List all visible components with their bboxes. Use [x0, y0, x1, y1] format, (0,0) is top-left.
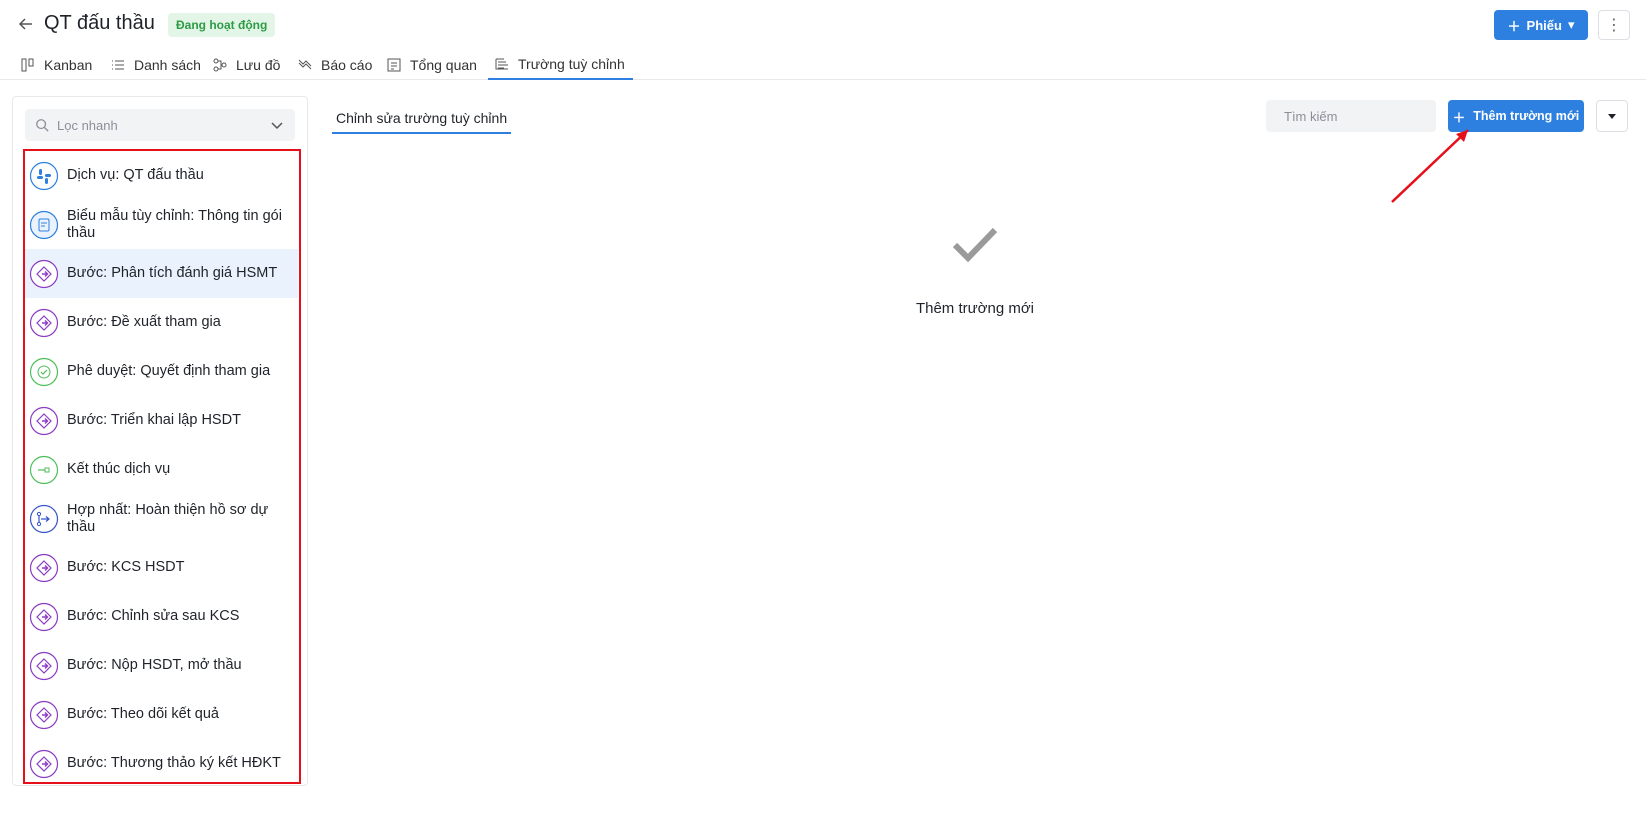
- service-icon: [29, 161, 59, 191]
- sidebar-item-label: Kết thúc dịch vụ: [67, 461, 171, 477]
- sidebar-item[interactable]: Hợp nhất: Hoàn thiện hồ sơ dự thầu: [25, 494, 298, 543]
- annotation-arrow: [1391, 129, 1469, 203]
- sidebar-item-label: Bước: Đề xuất tham gia: [67, 314, 221, 330]
- sidebar-item[interactable]: Bước: Đề xuất tham gia: [25, 298, 298, 347]
- empty-state-text: Thêm trường mới: [915, 300, 1035, 317]
- sidebar-item-label: Bước: Nộp HSDT, mở thầu: [67, 657, 242, 673]
- step-icon: [29, 602, 59, 632]
- form-icon: [29, 210, 59, 240]
- tab-label: Danh sách: [134, 56, 201, 73]
- quick-filter[interactable]: [25, 109, 295, 141]
- tab-custom-fields[interactable]: Trường tuỳ chỉnh: [488, 50, 633, 80]
- tab-overview[interactable]: Tổng quan: [386, 50, 477, 79]
- sidebar-item[interactable]: Bước: Thương thảo ký kết HĐKT: [25, 739, 298, 788]
- overview-icon: [387, 58, 401, 71]
- search-icon: [36, 119, 49, 132]
- sidebar-item-label: Bước: Triển khai lập HSDT: [67, 412, 241, 428]
- more-options-button[interactable]: ⋮: [1598, 10, 1630, 40]
- quick-filter-input[interactable]: [57, 117, 261, 133]
- tab-label: Trường tuỳ chỉnh: [518, 56, 625, 72]
- sidebar-item-label: Bước: Chỉnh sửa sau KCS: [67, 608, 240, 624]
- sidebar-list: Dịch vụ: QT đấu thầu Biểu mẫu tùy chỉnh: …: [25, 151, 298, 788]
- checkmark-icon: [952, 227, 998, 263]
- add-field-label: Thêm trường mới: [1473, 109, 1580, 123]
- tab-kanban[interactable]: Kanban: [20, 50, 92, 79]
- tab-flowchart[interactable]: Lưu đồ: [212, 50, 280, 79]
- custom-fields-icon: [495, 58, 508, 70]
- step-icon: [29, 749, 59, 779]
- sidebar-item-label: Bước: Phân tích đánh giá HSMT: [67, 265, 278, 281]
- back-arrow-icon[interactable]: [16, 14, 36, 34]
- step-icon: [29, 553, 59, 583]
- tab-report[interactable]: Báo cáo: [297, 50, 372, 79]
- tab-list[interactable]: Danh sách: [110, 50, 201, 79]
- new-ticket-button[interactable]: ＋ Phiếu ▾: [1494, 10, 1588, 40]
- approval-icon: [29, 357, 59, 387]
- chart-icon: [298, 59, 312, 69]
- tab-label: Kanban: [44, 56, 93, 73]
- step-icon: [29, 700, 59, 730]
- sidebar-item-label: Bước: Theo dõi kết quả: [67, 706, 219, 722]
- add-options-dropdown-button[interactable]: [1596, 100, 1628, 132]
- sidebar-item-label: Dịch vụ: QT đấu thầu: [67, 167, 204, 183]
- tab-label: Tổng quan: [410, 56, 477, 73]
- new-ticket-label: Phiếu: [1526, 17, 1562, 33]
- step-icon: [29, 651, 59, 681]
- sidebar-item-label: Hợp nhất: Hoàn thiện hồ sơ dự thầu: [67, 501, 269, 535]
- step-icon: [29, 308, 59, 338]
- sidebar-item[interactable]: Bước: Nộp HSDT, mở thầu: [25, 641, 298, 690]
- merge-icon: [29, 504, 59, 534]
- sidebar-item[interactable]: Kết thúc dịch vụ: [25, 445, 298, 494]
- sidebar-item-label: Bước: Thương thảo ký kết HĐKT: [67, 755, 281, 771]
- chevron-down-icon[interactable]: [269, 117, 285, 133]
- sidebar-item[interactable]: Bước: Chỉnh sửa sau KCS: [25, 592, 298, 641]
- sidebar-item-label: Biểu mẫu tùy chỉnh: Thông tin gói thầu: [67, 207, 282, 241]
- caret-down-icon: ▾: [1567, 17, 1575, 32]
- list-icon: [112, 60, 124, 69]
- tab-label: Báo cáo: [321, 56, 373, 73]
- sidebar-item[interactable]: Bước: Phân tích đánh giá HSMT: [25, 249, 298, 298]
- plus-icon: ＋: [1507, 18, 1521, 34]
- page-header: QT đấu thầu Đang hoạt động ＋ Phiếu ▾ ⋮: [0, 0, 1646, 48]
- page-title: QT đấu thầu: [44, 12, 155, 34]
- sidebar-item[interactable]: Bước: Theo dõi kết quả: [25, 690, 298, 739]
- vertical-dots-icon: ⋮: [1606, 17, 1622, 34]
- status-badge: Đang hoạt động: [168, 13, 276, 37]
- sidebar-item[interactable]: Bước: KCS HSDT: [25, 543, 298, 592]
- view-tabs: Kanban Danh sách Lưu đồ Báo cáo Tổng qua…: [0, 50, 1646, 80]
- tab-label: Lưu đồ: [236, 56, 281, 73]
- sidebar-item[interactable]: Dịch vụ: QT đấu thầu: [25, 151, 298, 200]
- sidebar-item[interactable]: Bước: Triển khai lập HSDT: [25, 396, 298, 445]
- kanban-icon: [21, 58, 34, 71]
- step-icon: [29, 406, 59, 436]
- step-icon: [29, 259, 59, 289]
- sidebar-item[interactable]: Biểu mẫu tùy chỉnh: Thông tin gói thầu: [25, 200, 298, 249]
- tab-edit-custom-fields[interactable]: Chỉnh sửa trường tuỳ chỉnh: [332, 106, 512, 134]
- end-icon: [29, 455, 59, 485]
- sidebar-item-label: Phê duyệt: Quyết định tham gia: [67, 363, 271, 379]
- sidebar-item-label: Bước: KCS HSDT: [67, 559, 185, 575]
- highlight-box: Dịch vụ: QT đấu thầu Biểu mẫu tùy chỉnh: …: [23, 149, 301, 784]
- flowchart-icon: [213, 58, 227, 71]
- sidebar-panel: Dịch vụ: QT đấu thầu Biểu mẫu tùy chỉnh: …: [12, 96, 308, 786]
- sidebar-item[interactable]: Phê duyệt: Quyết định tham gia: [25, 347, 298, 396]
- caret-down-icon: [1608, 114, 1616, 119]
